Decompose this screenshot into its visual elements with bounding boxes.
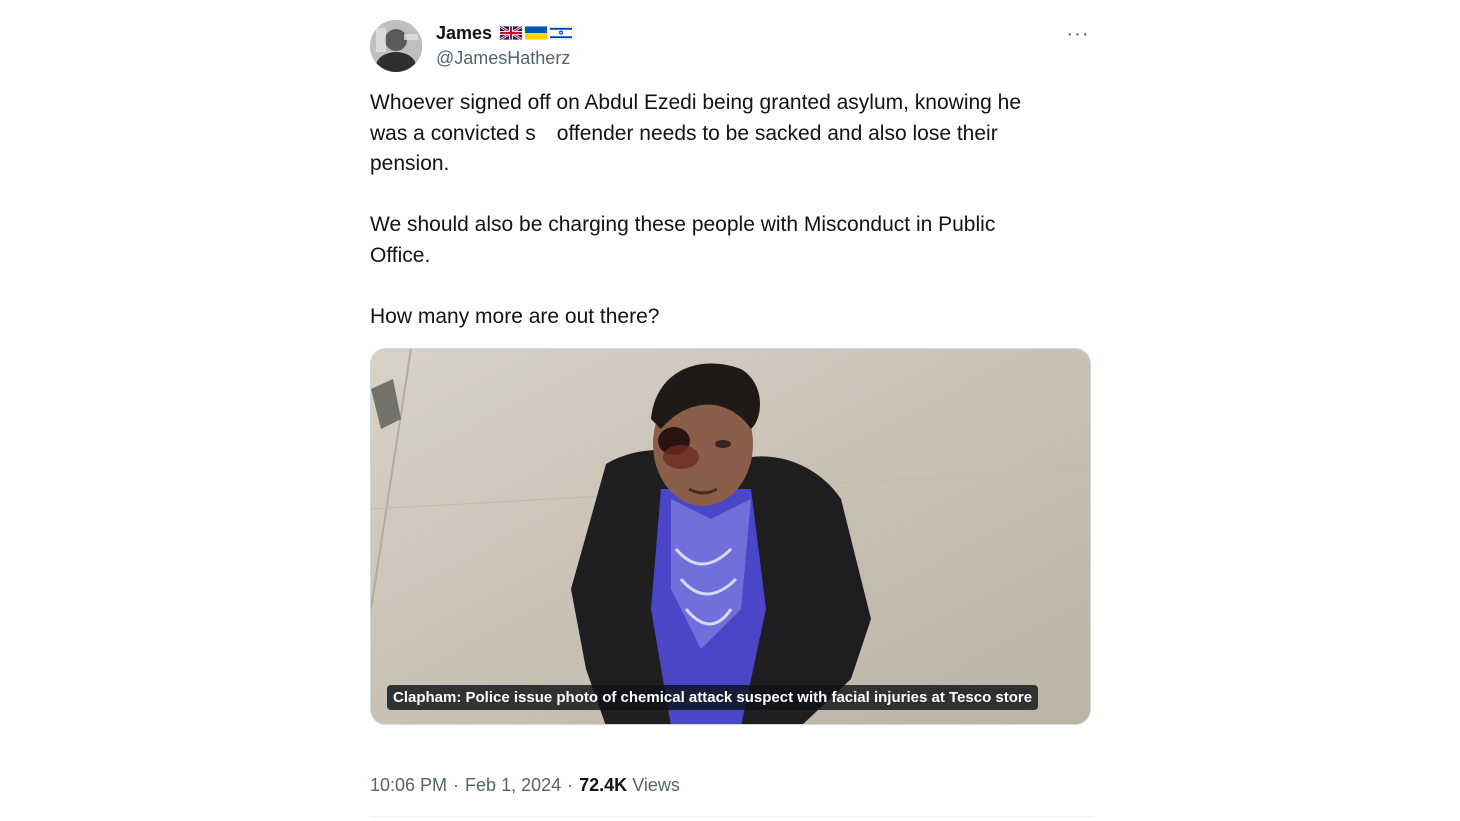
- flag-group: [500, 26, 573, 40]
- timestamp-time[interactable]: 10:06 PM: [370, 775, 447, 796]
- tweet-text: Whoever signed off on Abdul Ezedi being …: [370, 88, 1092, 332]
- text-line: How many more are out there?: [370, 304, 660, 328]
- divider: [370, 816, 1092, 817]
- author-info: James @JamesHatherz: [436, 22, 573, 69]
- avatar[interactable]: [370, 20, 422, 72]
- uk-flag-icon: [500, 26, 523, 40]
- text-line: pension.: [370, 152, 450, 175]
- tweet-header: James @JamesHatherz ···: [370, 16, 1092, 74]
- ukraine-flag-icon: [525, 26, 548, 40]
- meta-separator: ·: [567, 775, 574, 795]
- text-line: Whoever signed off on Abdul Ezedi being …: [370, 91, 1022, 114]
- views-count: 72.4K: [579, 775, 628, 795]
- more-options-button[interactable]: ···: [1066, 23, 1090, 45]
- meta-separator: ·: [453, 775, 460, 795]
- handle[interactable]: @JamesHatherz: [436, 48, 572, 69]
- text-line: Office.: [370, 243, 431, 267]
- display-name[interactable]: James: [436, 23, 492, 44]
- text-line: was a convicted s offender needs to be s…: [370, 121, 998, 145]
- media-caption: Clapham: Police issue photo of chemical …: [387, 685, 1039, 710]
- tweet-image[interactable]: Clapham: Police issue photo of chemical …: [370, 348, 1091, 725]
- views-label: Views: [632, 775, 680, 795]
- cctv-photo: [371, 349, 1090, 724]
- tweet-card: James @JamesHatherz ··· Whoever signed o…: [370, 16, 1092, 817]
- text-line: We should also be charging these people …: [370, 213, 996, 236]
- tweet-meta: 10:06 PM · Feb 1, 2024 · 72.4K Views: [370, 775, 1092, 796]
- israel-flag-icon: [550, 26, 573, 40]
- timestamp-date[interactable]: Feb 1, 2024: [465, 775, 561, 796]
